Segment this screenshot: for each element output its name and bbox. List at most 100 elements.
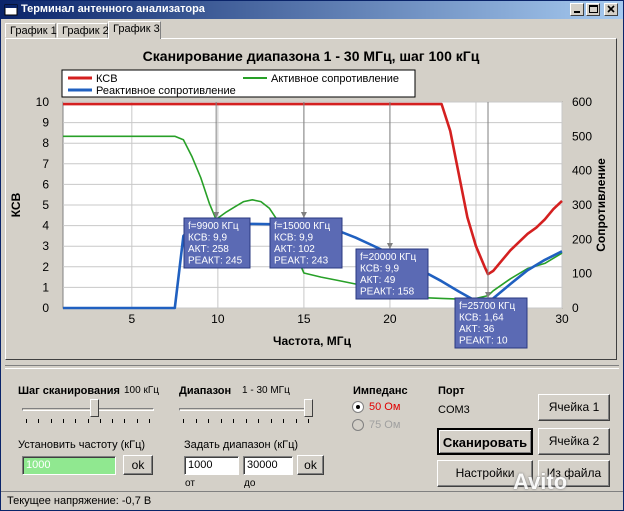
legend-entry: Реактивное сопротивление bbox=[96, 85, 236, 97]
slider-tick bbox=[137, 419, 138, 423]
marker-tooltip-line: РЕАКТ: 243 bbox=[274, 256, 329, 267]
step-slider-thumb[interactable] bbox=[90, 399, 99, 417]
close-button[interactable] bbox=[604, 3, 618, 16]
set-frequency-input[interactable]: 1000 bbox=[22, 456, 116, 475]
legend-entry: Активное сопротивление bbox=[271, 73, 399, 85]
impedance-75-radio[interactable] bbox=[352, 419, 364, 431]
chart-panel: 5101520253001234567891001002003004005006… bbox=[5, 38, 617, 360]
chart-title: Сканирование диапазона 1 - 30 МГц, шаг 1… bbox=[143, 48, 480, 64]
impedance-label: Импеданс bbox=[353, 385, 408, 397]
slider-tick bbox=[112, 419, 113, 423]
range-label: Диапазон bbox=[179, 385, 232, 397]
set-frequency-ok-button[interactable]: ok bbox=[123, 455, 153, 475]
minimize-button[interactable] bbox=[570, 3, 584, 16]
slider-tick bbox=[88, 419, 89, 423]
separator bbox=[5, 365, 619, 369]
tab-graph-1[interactable]: График 1 bbox=[5, 23, 57, 38]
x-tick-label: 30 bbox=[555, 312, 569, 326]
range-to-input[interactable]: 30000 bbox=[243, 456, 293, 475]
y-left-tick-label: 7 bbox=[42, 157, 49, 171]
range-from-input[interactable]: 1000 bbox=[184, 456, 239, 475]
step-label: Шаг сканирования bbox=[18, 385, 120, 397]
slider-tick bbox=[75, 419, 76, 423]
marker-tooltip-line: КСВ: 9,9 bbox=[274, 233, 314, 244]
x-tick-label: 5 bbox=[128, 312, 135, 326]
slider-tick bbox=[51, 419, 52, 423]
port-value: COM3 bbox=[438, 404, 470, 416]
y-right-tick-label: 300 bbox=[572, 198, 592, 212]
y-left-tick-label: 8 bbox=[42, 136, 49, 150]
slider-tick bbox=[149, 419, 150, 423]
x-tick-label: 20 bbox=[383, 312, 397, 326]
marker-tooltip-line: АКТ: 49 bbox=[360, 275, 396, 286]
slider-tick bbox=[258, 419, 259, 423]
title-bar[interactable]: Терминал антенного анализатора bbox=[1, 1, 623, 19]
set-frequency-label: Установить частоту (кГц) bbox=[18, 439, 146, 451]
port-label: Порт bbox=[438, 385, 465, 397]
x-tick-label: 10 bbox=[211, 312, 225, 326]
slider-tick bbox=[283, 419, 284, 423]
y-right-tick-label: 600 bbox=[572, 95, 592, 109]
marker-tooltip-line: РЕАКТ: 158 bbox=[360, 287, 415, 298]
impedance-50-label[interactable]: 50 Ом bbox=[369, 401, 400, 413]
from-label: от bbox=[185, 478, 195, 489]
slider-tick bbox=[196, 419, 197, 423]
y-left-tick-label: 3 bbox=[42, 239, 49, 253]
y-right-tick-label: 500 bbox=[572, 129, 592, 143]
range-value: 1 - 30 МГц bbox=[242, 385, 290, 396]
x-tick-label: 15 bbox=[297, 312, 311, 326]
marker-tooltip-line: f=25700 КГц bbox=[459, 301, 515, 312]
window-title: Терминал антенного анализатора bbox=[21, 3, 205, 15]
to-label: до bbox=[244, 478, 256, 489]
y-right-tick-label: 200 bbox=[572, 232, 592, 246]
slider-tick bbox=[100, 419, 101, 423]
marker-tooltip-line: АКТ: 258 bbox=[188, 244, 229, 255]
status-voltage: Текущее напряжение: -0,7 В bbox=[7, 495, 152, 507]
y-left-tick-label: 5 bbox=[42, 198, 49, 212]
step-value: 100 кГц bbox=[124, 385, 159, 396]
slider-tick bbox=[296, 419, 297, 423]
y-left-tick-label: 1 bbox=[42, 280, 49, 294]
y-left-tick-label: 2 bbox=[42, 260, 49, 274]
slider-tick bbox=[221, 419, 222, 423]
marker-tooltip-line: РЕАКТ: 10 bbox=[459, 336, 508, 347]
marker-tooltip-line: АКТ: 102 bbox=[274, 244, 315, 255]
slider-tick bbox=[124, 419, 125, 423]
slider-tick bbox=[208, 419, 209, 423]
slider-tick bbox=[271, 419, 272, 423]
step-slider-track bbox=[22, 408, 154, 411]
y-right-axis-label: Сопротивление bbox=[594, 158, 608, 252]
radio-selected-dot bbox=[356, 405, 360, 409]
range-slider-track bbox=[179, 408, 313, 411]
y-left-tick-label: 4 bbox=[42, 219, 49, 233]
maximize-icon bbox=[589, 5, 598, 13]
marker-tooltip-line: f=15000 КГц bbox=[274, 221, 330, 232]
marker-tooltip-line: f=9900 КГц bbox=[188, 221, 239, 232]
step-slider[interactable] bbox=[22, 399, 154, 423]
legend-entry: КСВ bbox=[96, 73, 118, 85]
range-slider-thumb[interactable] bbox=[304, 399, 313, 417]
close-icon bbox=[607, 5, 615, 13]
app-icon bbox=[4, 4, 18, 16]
chart: 5101520253001234567891001002003004005006… bbox=[9, 48, 608, 349]
set-range-ok-button[interactable]: ok bbox=[297, 455, 324, 475]
set-range-label: Задать диапазон (кГц) bbox=[184, 439, 299, 451]
impedance-75-label[interactable]: 75 Ом bbox=[369, 419, 400, 431]
cell-2-button[interactable]: Ячейка 2 bbox=[538, 428, 610, 455]
cell-1-button[interactable]: Ячейка 1 bbox=[538, 394, 610, 421]
slider-tick bbox=[308, 419, 309, 423]
tab-graph-2[interactable]: График 2 bbox=[57, 23, 109, 38]
range-slider[interactable] bbox=[179, 399, 313, 423]
slider-tick bbox=[233, 419, 234, 423]
app-window: Терминал антенного анализатора График 1 … bbox=[0, 0, 624, 511]
impedance-50-radio[interactable] bbox=[352, 401, 364, 413]
y-left-tick-label: 6 bbox=[42, 177, 49, 191]
maximize-button[interactable] bbox=[586, 3, 600, 16]
watermark-text: Avito bbox=[513, 469, 568, 494]
slider-tick bbox=[26, 419, 27, 423]
marker-tooltip-line: КСВ: 9,9 bbox=[360, 264, 400, 275]
slider-tick bbox=[246, 419, 247, 423]
y-left-tick-label: 10 bbox=[36, 95, 50, 109]
scan-button[interactable]: Сканировать bbox=[437, 428, 533, 455]
tab-graph-3[interactable]: График 3 bbox=[108, 21, 161, 39]
